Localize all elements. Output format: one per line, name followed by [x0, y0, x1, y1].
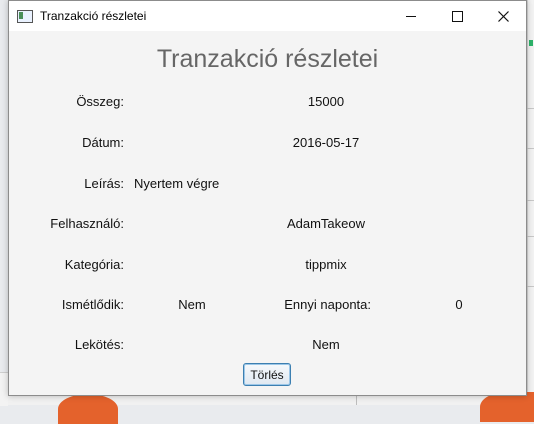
- lock-value: Nem: [312, 337, 340, 352]
- date-label: Dátum:: [82, 135, 124, 150]
- background-divider: [527, 200, 534, 201]
- category-value: tippmix: [305, 257, 347, 272]
- repeat-days-value: 0: [455, 297, 463, 312]
- transaction-details-dialog: Tranzakció részletei Tranzakció részlete…: [8, 0, 527, 396]
- amount-label: Összeg:: [76, 94, 124, 109]
- background-divider: [527, 148, 534, 149]
- background-app-panel: [0, 372, 8, 406]
- background-divider: [527, 108, 534, 109]
- user-label: Felhasználó:: [50, 216, 124, 231]
- category-label: Kategória:: [64, 257, 124, 272]
- delete-button[interactable]: Törlés: [243, 363, 291, 386]
- background-divider: [527, 286, 534, 287]
- user-value: AdamTakeow: [286, 216, 366, 231]
- close-icon: [497, 10, 509, 22]
- description-value: Nyertem végre: [134, 176, 220, 191]
- background-divider: [356, 396, 357, 405]
- background-shape: [58, 394, 118, 424]
- window-title: Tranzakció részletei: [40, 9, 147, 23]
- maximize-icon: [451, 10, 463, 22]
- background-app-panel: [527, 0, 534, 405]
- background-accent: [529, 40, 533, 46]
- repeats-label: Ismétlődik:: [61, 297, 124, 312]
- lock-label: Lekötés:: [74, 337, 124, 352]
- minimize-button[interactable]: [388, 1, 434, 31]
- amount-value: 15000: [307, 94, 345, 109]
- background-shape: [480, 392, 534, 422]
- app-icon: [17, 9, 33, 23]
- date-value: 2016-05-17: [292, 135, 360, 150]
- repeats-value: Nem: [178, 297, 206, 312]
- repeat-days-label: Ennyi naponta:: [284, 297, 371, 312]
- minimize-icon: [406, 15, 416, 17]
- page-title: Tranzakció részletei: [156, 45, 379, 73]
- description-label: Leírás:: [84, 176, 124, 191]
- title-bar[interactable]: Tranzakció részletei: [9, 1, 526, 31]
- background-divider: [527, 236, 534, 237]
- close-button[interactable]: [480, 1, 526, 31]
- maximize-button[interactable]: [434, 1, 480, 31]
- dialog-content: Tranzakció részletei Összeg: 15000 Dátum…: [9, 31, 526, 395]
